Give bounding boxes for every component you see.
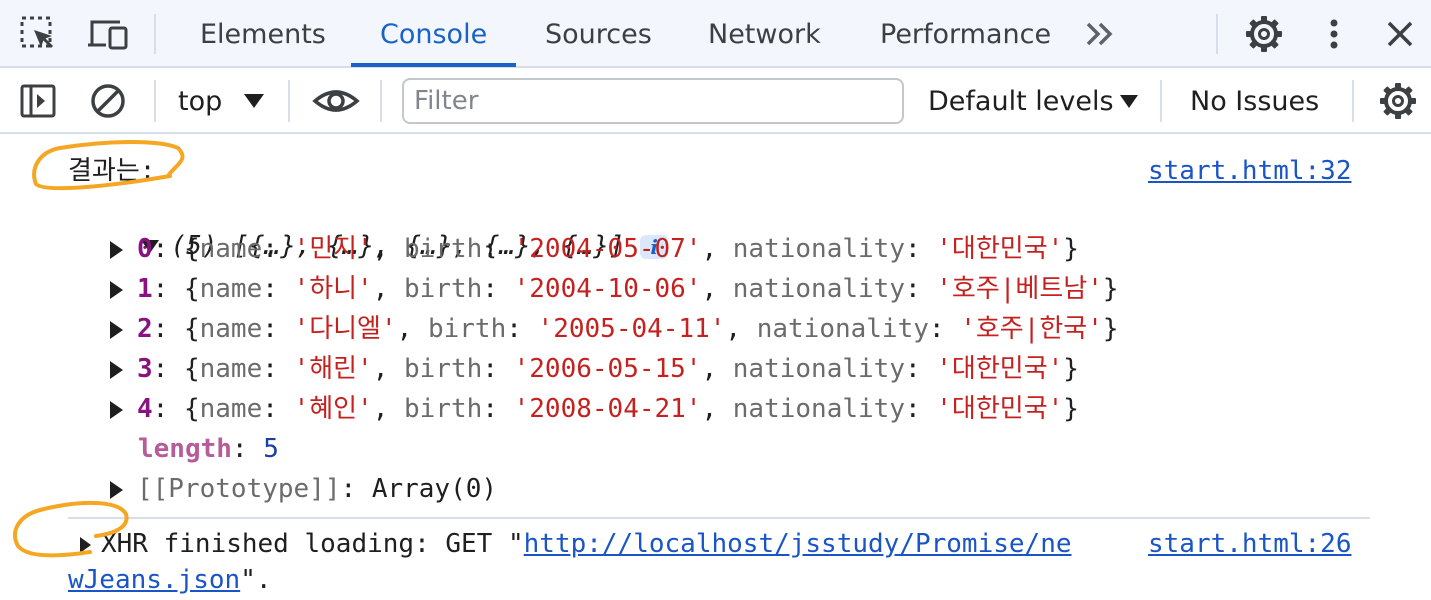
tabbar-separator bbox=[154, 14, 156, 54]
item-index: 2 bbox=[137, 314, 153, 344]
toolbar-separator bbox=[154, 80, 156, 122]
sidebar-toggle-icon[interactable] bbox=[16, 79, 60, 123]
item-nationality: '호주|한국' bbox=[960, 314, 1103, 344]
inspect-element-icon[interactable] bbox=[16, 12, 60, 56]
tab-sources[interactable]: Sources bbox=[545, 0, 652, 68]
expand-arrow-icon[interactable] bbox=[110, 280, 123, 299]
xhr-url-link-continued[interactable]: wJeans.json bbox=[68, 565, 240, 595]
prototype-row[interactable]: [[Prototype]]: Array(0) bbox=[110, 471, 497, 507]
array-item-row[interactable]: 1: {name: '하니', birth: '2004-10-06', nat… bbox=[110, 271, 1119, 307]
expand-arrow-icon[interactable] bbox=[110, 240, 123, 259]
filter-input[interactable] bbox=[402, 78, 904, 124]
item-nationality: '대한민국' bbox=[936, 394, 1064, 424]
live-expression-eye-icon[interactable] bbox=[312, 79, 360, 123]
xhr-log-continuation: wJeans.json". bbox=[68, 562, 272, 598]
item-name: '혜인' bbox=[293, 394, 373, 424]
item-birth: '2005-04-11' bbox=[537, 314, 726, 344]
item-name: '다니엘' bbox=[293, 314, 397, 344]
log-divider bbox=[68, 517, 1370, 519]
toolbar-separator bbox=[380, 80, 382, 122]
tab-console[interactable]: Console bbox=[380, 0, 487, 68]
context-selector[interactable]: top bbox=[178, 80, 265, 122]
issues-counter[interactable]: No Issues bbox=[1190, 80, 1319, 122]
prototype-value: Array(0) bbox=[371, 474, 498, 504]
expand-arrow-icon[interactable] bbox=[110, 320, 123, 339]
item-name: '민지' bbox=[293, 234, 373, 264]
more-options-icon[interactable] bbox=[1312, 12, 1356, 56]
length-row: length: 5 bbox=[138, 434, 279, 464]
xhr-log-suffix: ". bbox=[240, 565, 272, 595]
array-item-row[interactable]: 2: {name: '다니엘', birth: '2005-04-11', na… bbox=[110, 311, 1119, 347]
active-tab-indicator bbox=[351, 63, 516, 67]
toolbar-separator bbox=[288, 80, 290, 122]
array-summary-row[interactable]: (5) [{…}, {…}, {…}, {…}, {…}] i bbox=[78, 192, 669, 261]
devtools-tabbar: Elements Console Sources Network Perform… bbox=[0, 0, 1431, 68]
item-nationality: '대한민국' bbox=[936, 354, 1064, 384]
console-toolbar: top Default levels No Issues bbox=[0, 68, 1431, 134]
item-birth: '2006-05-15' bbox=[513, 354, 702, 384]
tabbar-separator bbox=[1216, 14, 1218, 54]
length-key: length bbox=[138, 434, 232, 464]
item-birth: '2004-10-06' bbox=[513, 274, 702, 304]
item-birth: '2008-04-21' bbox=[513, 394, 702, 424]
xhr-log-row[interactable]: XHR finished loading: GET "http://localh… bbox=[80, 526, 1072, 562]
item-birth: '2004-05-07' bbox=[513, 234, 702, 264]
array-item-row[interactable]: 3: {name: '해린', birth: '2006-05-15', nat… bbox=[110, 351, 1079, 387]
toolbar-separator bbox=[1160, 80, 1162, 122]
settings-gear-icon[interactable] bbox=[1242, 12, 1286, 56]
device-toolbar-icon[interactable] bbox=[86, 12, 130, 56]
log-levels-label: Default levels bbox=[928, 85, 1114, 117]
item-index: 1 bbox=[137, 274, 153, 304]
array-item-row[interactable]: 4: {name: '혜인', birth: '2008-04-21', nat… bbox=[110, 391, 1079, 427]
dropdown-caret-icon bbox=[1119, 94, 1138, 108]
close-icon[interactable] bbox=[1378, 12, 1422, 56]
source-link[interactable]: start.html:26 bbox=[1148, 526, 1352, 562]
item-name: '하니' bbox=[293, 274, 373, 304]
source-link[interactable]: start.html:32 bbox=[1148, 153, 1352, 189]
dropdown-caret-icon bbox=[244, 94, 265, 108]
clear-console-icon[interactable] bbox=[86, 79, 130, 123]
item-nationality: '대한민국' bbox=[936, 234, 1064, 264]
item-nationality: '호주|베트남' bbox=[936, 274, 1103, 304]
length-value: 5 bbox=[263, 434, 279, 464]
item-index: 4 bbox=[137, 394, 153, 424]
console-settings-gear-icon[interactable] bbox=[1376, 79, 1420, 123]
tab-performance[interactable]: Performance bbox=[880, 0, 1051, 68]
item-index: 0 bbox=[137, 234, 153, 264]
toolbar-separator bbox=[1352, 80, 1354, 122]
more-tabs-icon[interactable] bbox=[1078, 12, 1122, 56]
expand-arrow-icon[interactable] bbox=[110, 480, 123, 499]
item-name: '해린' bbox=[293, 354, 373, 384]
xhr-url-link[interactable]: http://localhost/jsstudy/Promise/ne bbox=[524, 529, 1072, 559]
log-message: 결과는: bbox=[68, 156, 156, 186]
expand-arrow-icon[interactable] bbox=[80, 536, 91, 553]
context-label: top bbox=[178, 85, 223, 117]
item-index: 3 bbox=[137, 354, 153, 384]
tab-elements[interactable]: Elements bbox=[200, 0, 326, 68]
tab-network[interactable]: Network bbox=[708, 0, 821, 68]
log-levels-dropdown[interactable]: Default levels bbox=[928, 80, 1138, 122]
prototype-key: [[Prototype]] bbox=[137, 474, 341, 504]
xhr-log-prefix: XHR finished loading: GET " bbox=[101, 529, 524, 559]
array-item-row[interactable]: 0: {name: '민지', birth: '2004-05-07', nat… bbox=[110, 231, 1079, 267]
expand-arrow-icon[interactable] bbox=[110, 360, 123, 379]
expand-arrow-icon[interactable] bbox=[110, 400, 123, 419]
